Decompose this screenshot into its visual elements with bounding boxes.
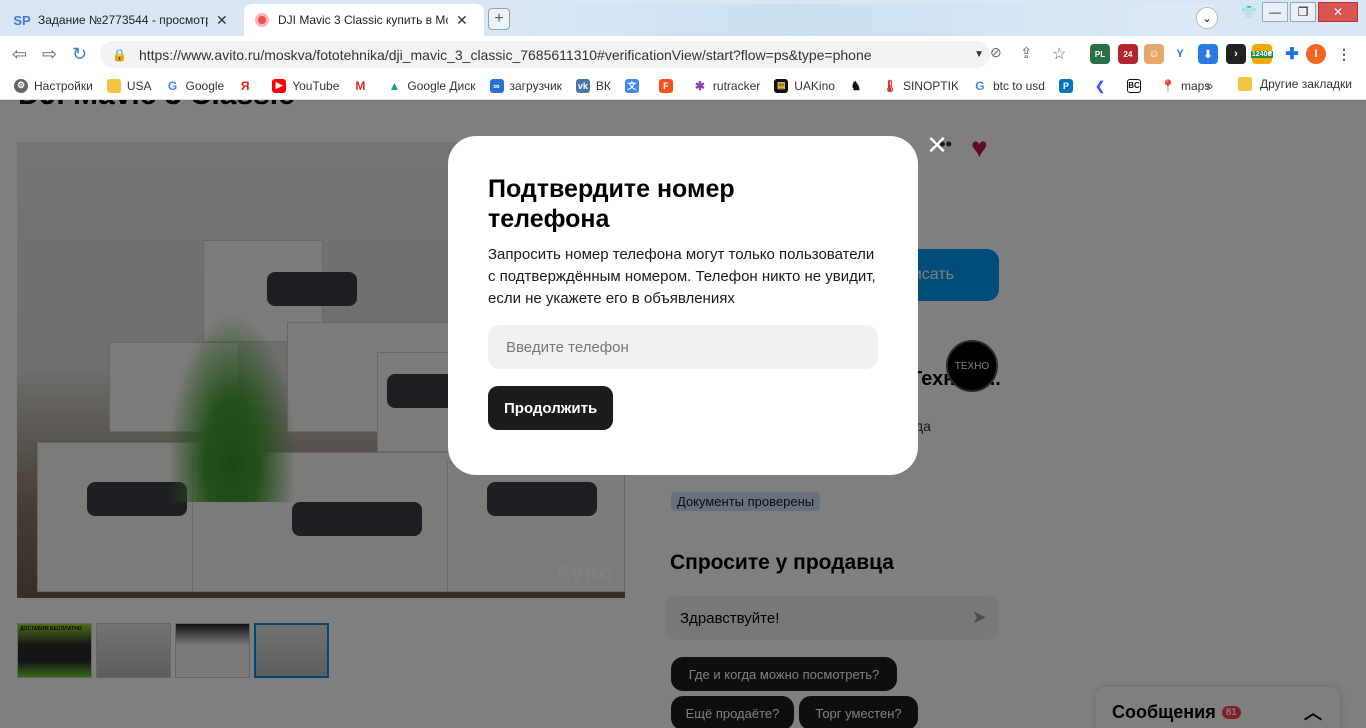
sp-favicon-icon: SP	[13, 12, 31, 28]
uakino-icon: ▤	[774, 78, 789, 93]
bookmark-f[interactable]: F	[658, 78, 679, 93]
bookmark-sinoptik[interactable]: 🌡 SINOPTIK	[882, 78, 959, 93]
profile-avatar[interactable]: I	[1306, 44, 1326, 64]
phone-input[interactable]	[488, 325, 878, 369]
arrow-left-icon: ❮	[1092, 78, 1107, 93]
p-icon: P	[1058, 78, 1073, 93]
rutracker-icon: ✱	[692, 78, 707, 93]
tab-strip: SP Задание №2773544 - просмотр з ✕ DJI M…	[0, 0, 1366, 36]
lock-icon[interactable]: 🔒	[112, 48, 127, 62]
close-icon[interactable]: ✕	[926, 130, 948, 160]
infinity-icon: ∞	[489, 78, 504, 93]
bookmark-gmail[interactable]: M	[353, 78, 373, 93]
bc-icon: BC	[1126, 78, 1141, 93]
bookmark-rutracker[interactable]: ✱ rutracker	[692, 78, 760, 93]
bookmark-maps[interactable]: 📍 maps	[1160, 78, 1210, 93]
window-close-icon[interactable]: ✕	[1318, 2, 1358, 22]
tab-task[interactable]: SP Задание №2773544 - просмотр з ✕	[4, 4, 242, 36]
download-extension-icon[interactable]: ⬇	[1198, 44, 1218, 64]
yandex-icon: Я	[238, 78, 253, 93]
restore-icon[interactable]: ❐	[1290, 2, 1316, 22]
puzzle-icon[interactable]: ✚	[1282, 44, 1302, 64]
bookmark-p[interactable]: P	[1058, 78, 1079, 93]
forward-icon[interactable]: ⇨	[42, 44, 57, 65]
bookmark-bc[interactable]: BC	[1126, 78, 1147, 93]
google-icon: G	[972, 78, 987, 93]
address-toolbar: ⇦ ⇨ ↻ 🔒 https://www.avito.ru/moskva/foto…	[0, 36, 1366, 72]
tab-title: Задание №2773544 - просмотр з	[38, 13, 208, 27]
modal-description: Запросить номер телефона могут только по…	[488, 246, 876, 307]
chevron-down-icon[interactable]: ▼	[974, 49, 984, 60]
tab-strip-background	[516, 4, 1216, 36]
share-icon[interactable]: ⇪	[1020, 44, 1033, 62]
map-pin-icon: 📍	[1160, 78, 1176, 93]
continue-button[interactable]: Продолжить	[488, 386, 614, 430]
folder-icon	[106, 78, 121, 93]
bookmark-google-drive[interactable]: ▲ Google Диск	[387, 78, 476, 93]
other-bookmarks[interactable]: Другие закладки	[1238, 77, 1352, 91]
bookmark-btc[interactable]: Gbtc to usd	[972, 78, 1045, 93]
arrow-extension-icon[interactable]: ›	[1226, 44, 1246, 64]
minimize-icon[interactable]: —	[1262, 2, 1288, 22]
pl-extension-icon[interactable]: PL	[1090, 44, 1110, 64]
tab-title: DJI Mavic 3 Classic купить в Моск	[278, 13, 448, 27]
bookmark-settings[interactable]: ⚙ Настройки	[14, 78, 93, 93]
reload-icon[interactable]: ↻	[72, 44, 87, 65]
shirt-icon[interactable]: 👕	[1236, 2, 1262, 22]
bookmarks-overflow-icon[interactable]: »	[1206, 78, 1213, 93]
bookmark-google[interactable]: G Google	[165, 78, 224, 93]
bitcoin-extension-icon[interactable]: 1240₴	[1250, 44, 1274, 64]
vk-icon: vk	[575, 78, 590, 93]
tab-close-icon[interactable]: ✕	[456, 12, 468, 29]
url-text: https://www.avito.ru/moskva/fototehnika/…	[138, 46, 872, 63]
modal-title: Подтвердите номер телефона	[488, 175, 735, 233]
bookmark-arrow[interactable]: ❮	[1092, 78, 1113, 93]
folder-icon	[1238, 77, 1252, 91]
bookmark-downloader[interactable]: ∞ загрузчик	[489, 78, 562, 93]
gear-icon: ⚙	[14, 78, 28, 93]
youtube-icon: ▶	[272, 78, 287, 93]
star-icon[interactable]: ☆	[1052, 44, 1066, 64]
f-icon: F	[658, 78, 673, 93]
url-bar[interactable]: 🔒 https://www.avito.ru/moskva/fototehnik…	[100, 41, 990, 68]
tab-search-icon[interactable]: ⌄	[1196, 7, 1218, 29]
bookmark-uakino[interactable]: ▤ UAKino	[774, 78, 835, 93]
chess-icon: ♞	[848, 78, 863, 93]
extension-24-icon[interactable]: 24	[1118, 44, 1138, 64]
bookmark-usa[interactable]: USA	[106, 78, 152, 93]
bookmark-chess[interactable]: ♞	[848, 78, 869, 93]
bookmarks-bar: ⚙ Настройки USA G Google Я ▶ YouTube M ▲ Goo…	[0, 72, 1366, 100]
translate-icon: 文	[624, 78, 639, 93]
bookmark-youtube[interactable]: ▶ YouTube	[272, 78, 339, 93]
blocked-icon[interactable]: ⊘	[990, 44, 1002, 61]
tab-avito[interactable]: DJI Mavic 3 Classic купить в Моск ✕	[244, 4, 484, 36]
bookmark-yandex[interactable]: Я	[238, 78, 258, 93]
back-icon[interactable]: ⇦	[12, 44, 27, 65]
record-icon	[254, 12, 270, 28]
gmail-icon: M	[353, 78, 368, 93]
google-drive-icon: ▲	[387, 78, 402, 93]
tab-close-icon[interactable]: ✕	[216, 12, 228, 29]
phone-verification-modal: Подтвердите номер телефона Запросить ном…	[448, 136, 918, 475]
bookmark-vk[interactable]: vk ВК	[575, 78, 611, 93]
thermometer-icon: 🌡	[882, 78, 898, 93]
bookmark-translate[interactable]: 文	[624, 78, 645, 93]
y-extension-icon[interactable]: Y	[1170, 44, 1190, 64]
new-tab-button[interactable]: +	[488, 8, 510, 30]
face-extension-icon[interactable]: ☺	[1144, 44, 1164, 64]
google-icon: G	[165, 78, 180, 93]
menu-kebab-icon[interactable]: ⋮	[1334, 44, 1354, 64]
